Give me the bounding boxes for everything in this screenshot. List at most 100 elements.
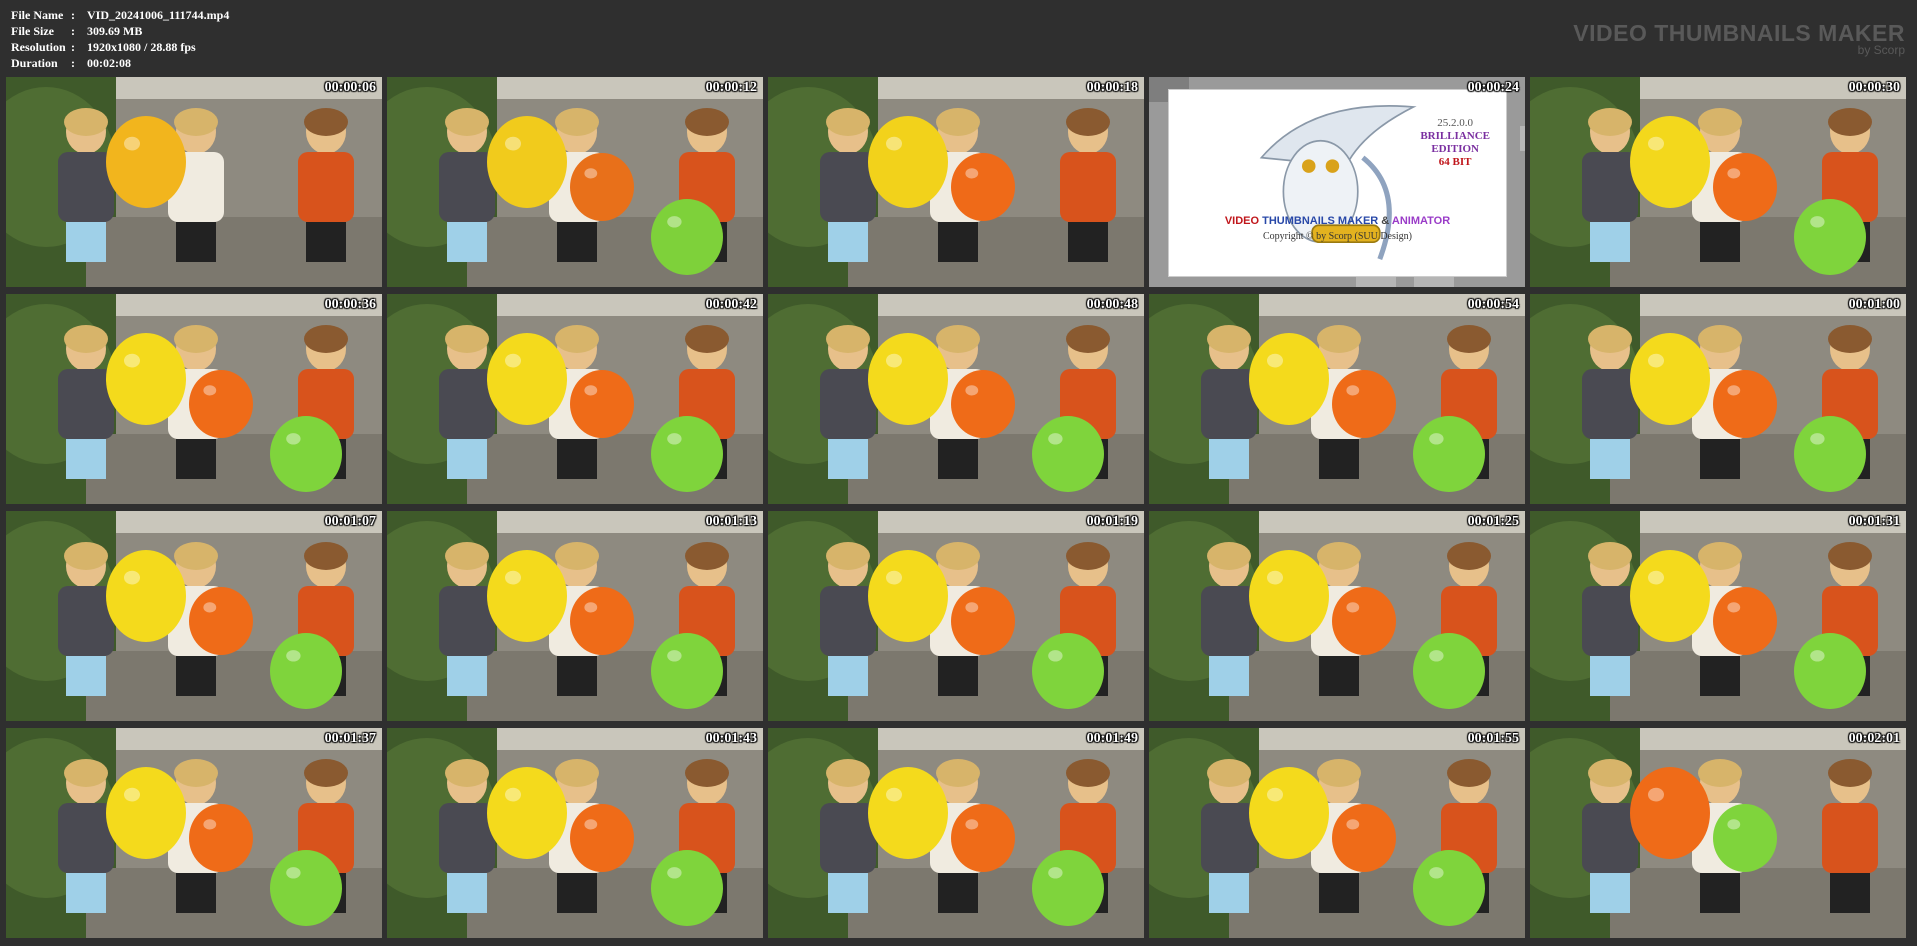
splash-screen: 25.2.0.0 BRILLIANCE EDITION 64 BIT VIDEO… [1168,89,1507,277]
splash-title-part3: & [1381,215,1390,227]
balloon [1794,633,1866,709]
balloon [106,550,186,642]
thumbnail-timestamp: 00:01:19 [1086,514,1138,529]
balloon [1032,416,1104,492]
thumbnail-scene [1149,294,1525,504]
file-name-value: VID_20241006_111744.mp4 [87,8,230,22]
thumbnail-timestamp: 00:01:43 [705,731,757,746]
thumbnail-8[interactable]: 00:00:48 [768,294,1144,504]
duration-sep: : [71,56,75,70]
balloon [106,333,186,425]
splash-version: 25.2.0.0 [1437,117,1474,129]
thumbnail-20[interactable]: 00:02:01 [1530,728,1906,938]
thumbnail-9[interactable]: 00:00:54 [1149,294,1525,504]
balloon [570,370,634,438]
thumbnail-13[interactable]: 00:01:19 [768,511,1144,721]
balloon [951,370,1015,438]
splash-edition-line1: BRILLIANCE [1420,130,1490,142]
balloon [1713,804,1777,872]
splash-copyright: Copyright © by Scorp (SUU Design) [1263,231,1412,242]
thumbnail-18[interactable]: 00:01:49 [768,728,1144,938]
balloon [106,767,186,859]
thumbnail-scene [387,728,763,938]
balloon [651,199,723,275]
file-size-sep: : [71,24,75,38]
balloon [1249,550,1329,642]
balloon [868,550,948,642]
balloon [1332,804,1396,872]
thumbnail-4[interactable]: 25.2.0.0 BRILLIANCE EDITION 64 BIT VIDEO… [1149,77,1525,287]
balloon [1713,587,1777,655]
thumbnail-timestamp: 00:00:12 [705,80,757,95]
balloon [868,767,948,859]
thumbnail-14[interactable]: 00:01:25 [1149,511,1525,721]
balloon [1630,550,1710,642]
balloon [651,416,723,492]
thumbnail-16[interactable]: 00:01:37 [6,728,382,938]
thumbnail-17[interactable]: 00:01:43 [387,728,763,938]
thumbnail-timestamp: 00:02:01 [1848,731,1900,746]
balloon [570,587,634,655]
file-name-sep: : [71,8,75,22]
thumbnail-5[interactable]: 00:00:30 [1530,77,1906,287]
balloon [951,587,1015,655]
duration-value: 00:02:08 [87,56,131,70]
balloon [1413,633,1485,709]
thumbnail-15[interactable]: 00:01:31 [1530,511,1906,721]
thumbnail-7[interactable]: 00:00:42 [387,294,763,504]
balloon [1630,333,1710,425]
file-size-row: File Size : 309.69 MB [11,23,229,39]
thumbnail-timestamp: 00:01:25 [1467,514,1519,529]
thumbnail-6[interactable]: 00:00:36 [6,294,382,504]
file-name-label: File Name [11,8,64,22]
thumbnail-3[interactable]: 00:00:18 [768,77,1144,287]
thumbnail-timestamp: 00:00:30 [1848,80,1900,95]
thumbnail-timestamp: 00:01:13 [705,514,757,529]
thumbnail-scene [387,511,763,721]
thumbnail-timestamp: 00:00:36 [324,297,376,312]
splash-title-part2: THUMBNAILS MAKER [1262,215,1379,227]
balloon [270,850,342,926]
balloon [1713,153,1777,221]
duration-label: Duration [11,56,58,70]
balloon [868,116,948,208]
thumbnail-scene [6,728,382,938]
thumbnail-19[interactable]: 00:01:55 [1149,728,1525,938]
balloon [570,804,634,872]
thumbnail-scene [1530,77,1906,287]
balloon [651,850,723,926]
thumbnail-scene [1149,511,1525,721]
splash-title-part4: ANIMATOR [1391,215,1451,227]
thumbnail-timestamp: 00:01:00 [1848,297,1900,312]
thumbnail-2[interactable]: 00:00:12 [387,77,763,287]
resolution-sep: : [71,40,75,54]
balloon [487,116,567,208]
splash-edition-line2: EDITION [1431,143,1479,155]
thumbnail-timestamp: 00:01:31 [1848,514,1900,529]
balloon [651,633,723,709]
balloon [189,587,253,655]
thumbnail-1[interactable]: 00:00:06 [6,77,382,287]
thumbnail-timestamp: 00:00:54 [1467,297,1519,312]
thumbnail-scene [387,294,763,504]
thumbnail-scene [1530,294,1906,504]
resolution-label: Resolution [11,40,66,54]
thumbnail-scene [6,511,382,721]
brand-title: VIDEO THUMBNAILS MAKER [1573,20,1905,46]
splash-title-part1: VIDEO [1224,215,1260,227]
balloon [1332,370,1396,438]
thumbnail-scene [768,294,1144,504]
duration-row: Duration : 00:02:08 [11,55,229,71]
balloon [1794,416,1866,492]
balloon [868,333,948,425]
thumbnail-11[interactable]: 00:01:07 [6,511,382,721]
thumbnail-12[interactable]: 00:01:13 [387,511,763,721]
balloon [1249,333,1329,425]
thumbnail-scene [768,77,1144,287]
thumbnail-10[interactable]: 00:01:00 [1530,294,1906,504]
thumbnail-timestamp: 00:00:18 [1086,80,1138,95]
file-size-label: File Size [11,24,54,38]
file-size-value: 309.69 MB [87,24,143,38]
resolution-value: 1920x1080 / 28.88 fps [87,40,196,54]
thumbnail-timestamp: 00:00:06 [324,80,376,95]
